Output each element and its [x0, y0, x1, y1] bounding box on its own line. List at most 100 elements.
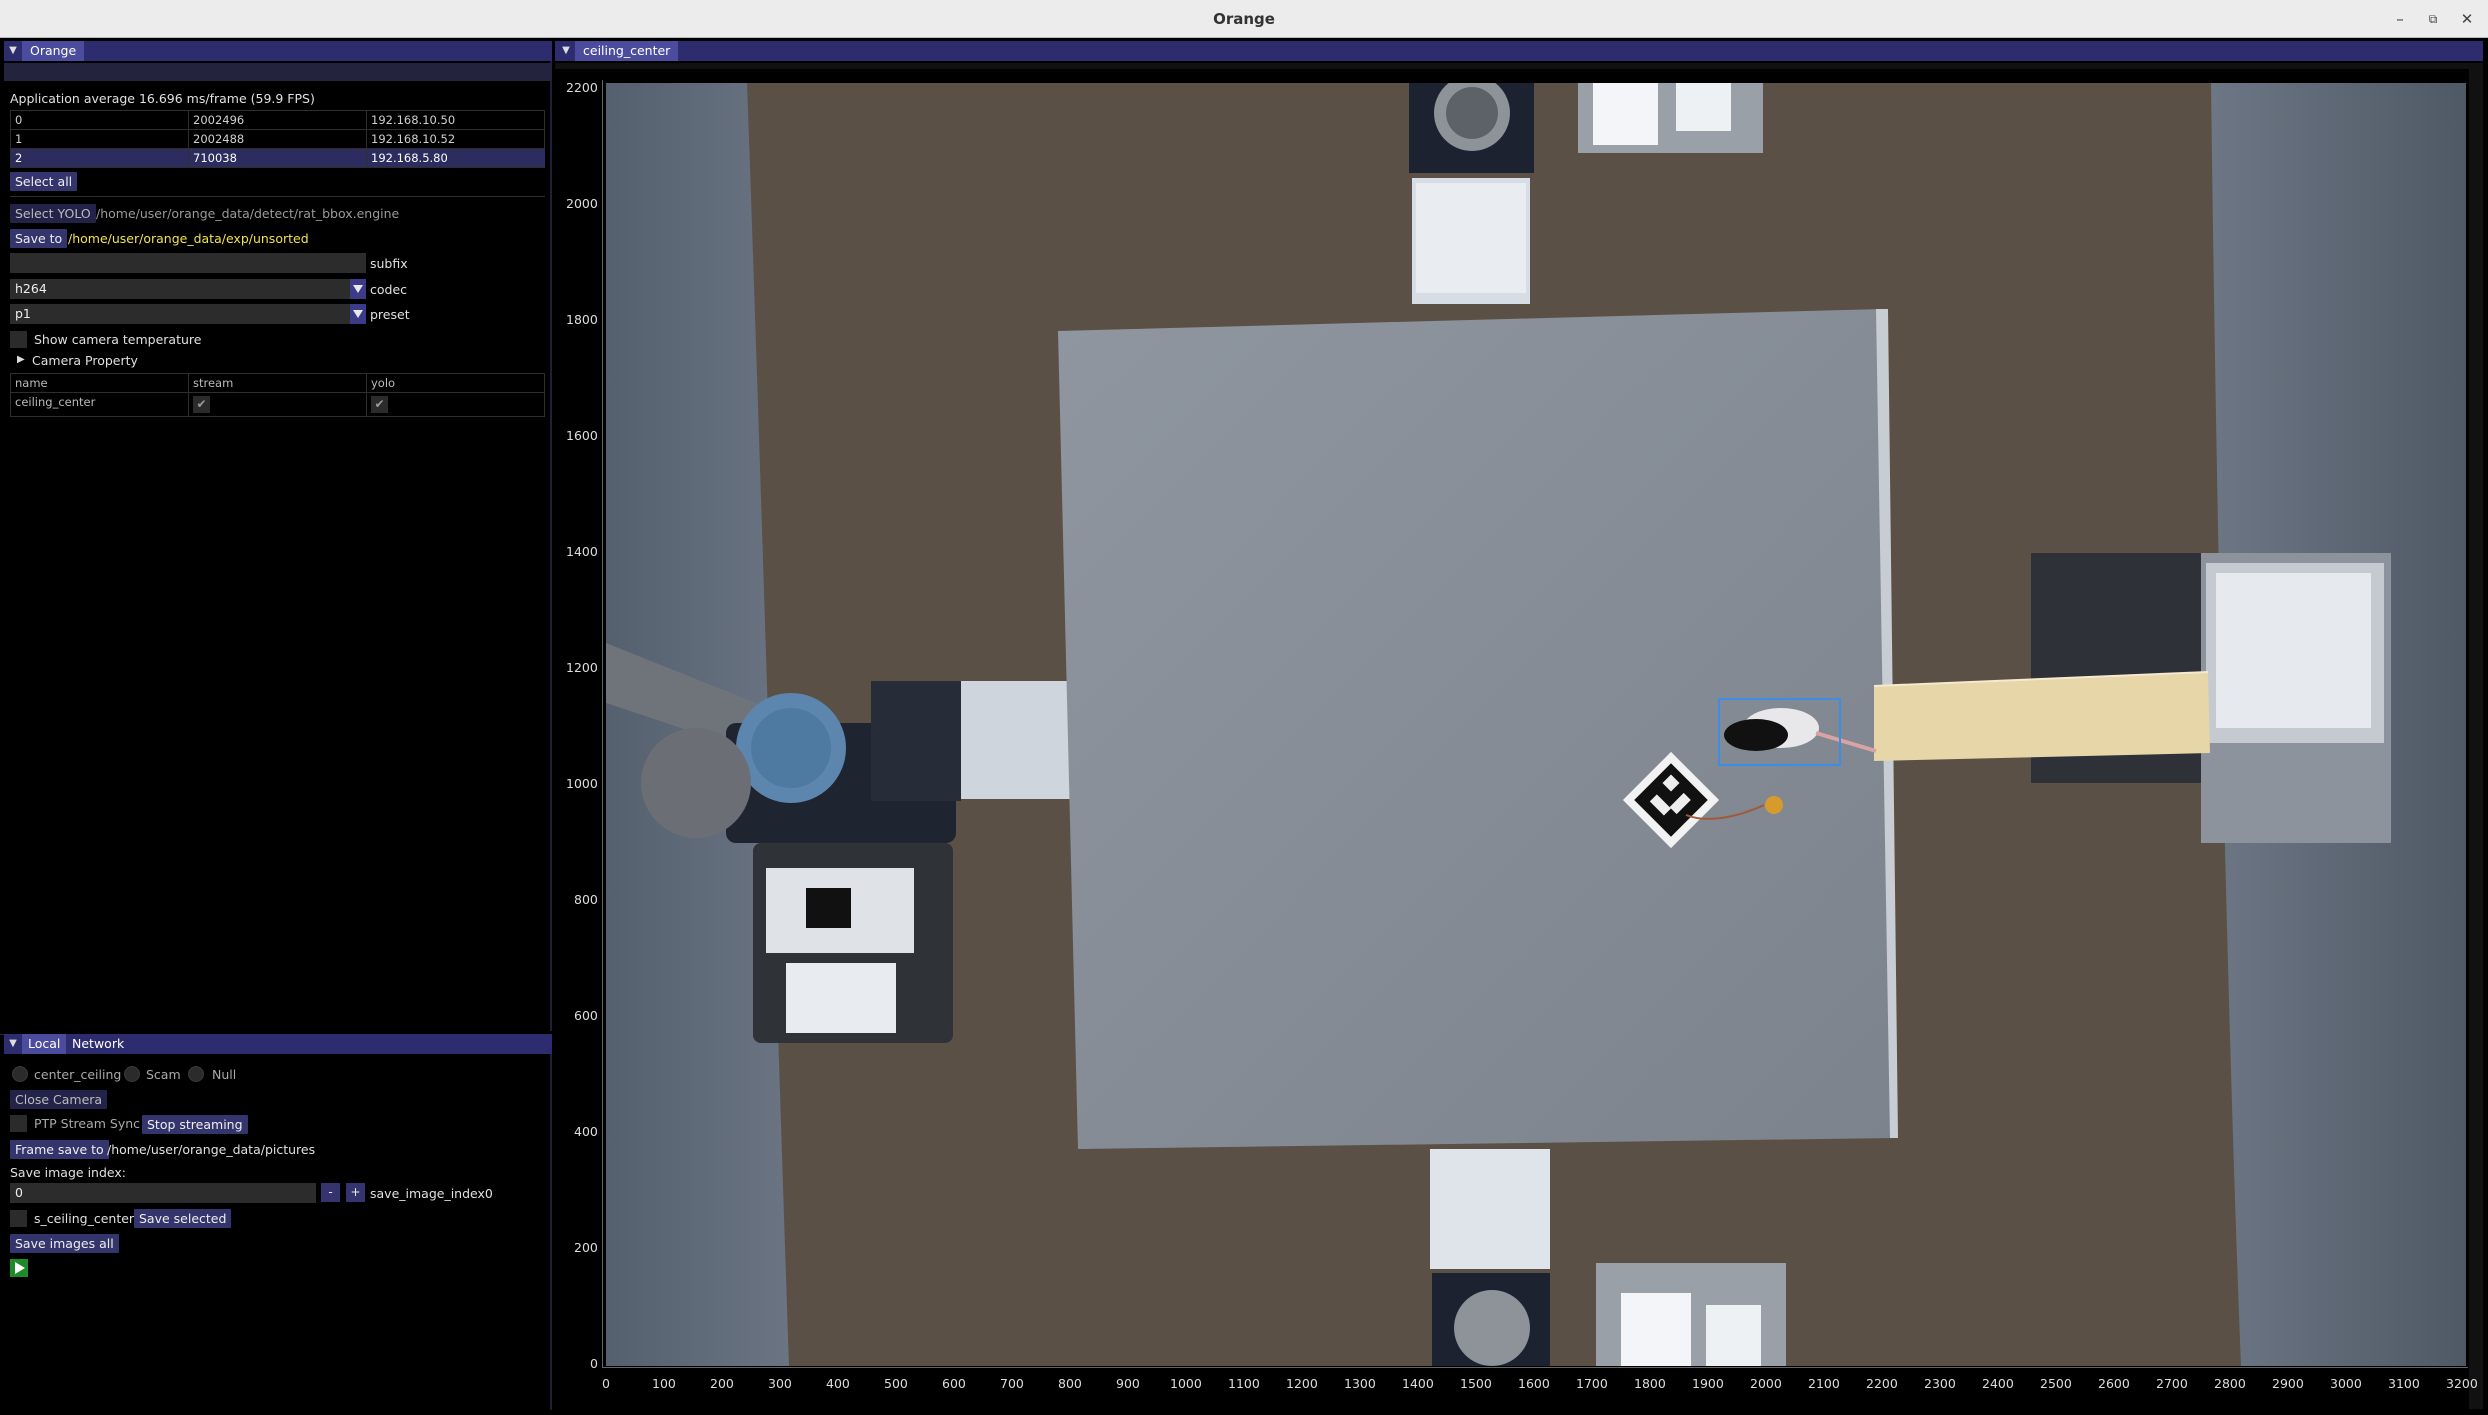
- window-title: Orange: [1213, 10, 1275, 28]
- detection-bbox: [1718, 698, 1841, 766]
- subfix-label: subfix: [370, 256, 408, 271]
- frame-save-button[interactable]: Frame save to: [10, 1140, 109, 1159]
- ptp-sync-label: PTP Stream Sync: [34, 1116, 141, 1131]
- x-tick-label: 1700: [1576, 1376, 1608, 1391]
- x-tick-label: 1300: [1344, 1376, 1376, 1391]
- radio-center-ceiling[interactable]: [12, 1066, 28, 1082]
- y-tick-label: 0: [590, 1356, 598, 1371]
- y-tick-label: 1000: [566, 776, 598, 791]
- select-yolo-button[interactable]: Select YOLO: [10, 204, 96, 223]
- device-serial[interactable]: 2002496: [189, 111, 367, 130]
- table-cell: [367, 393, 545, 417]
- codec-select[interactable]: h264: [10, 279, 350, 299]
- minimize-icon[interactable]: –: [2389, 8, 2411, 30]
- radio-label: Scam: [146, 1067, 181, 1082]
- subfix-input[interactable]: [10, 253, 366, 273]
- chevron-down-icon[interactable]: [350, 304, 366, 324]
- device-serial[interactable]: 710038: [189, 149, 367, 168]
- x-tick-label: 3200: [2446, 1376, 2478, 1391]
- save-to-button[interactable]: Save to: [10, 229, 68, 248]
- y-tick-label: 2000: [566, 196, 598, 211]
- x-tick-label: 2600: [2098, 1376, 2130, 1391]
- device-ip[interactable]: 192.168.10.50: [367, 111, 545, 130]
- x-tick-label: 2700: [2156, 1376, 2188, 1391]
- left-panel: [0, 41, 552, 1031]
- device-serial[interactable]: 2002488: [189, 130, 367, 149]
- x-tick-label: 700: [1000, 1376, 1024, 1391]
- x-tick-label: 2900: [2272, 1376, 2304, 1391]
- camera-property-label[interactable]: Camera Property: [32, 353, 138, 368]
- device-ip[interactable]: 192.168.5.80: [367, 149, 545, 168]
- save-images-all-button[interactable]: Save images all: [10, 1234, 119, 1253]
- collapse-arrow-icon[interactable]: ▼: [559, 41, 573, 61]
- camera-name-cell: ceiling_center: [11, 393, 189, 417]
- x-tick-label: 1200: [1286, 1376, 1318, 1391]
- x-tick-label: 1500: [1460, 1376, 1492, 1391]
- column-header-name: name: [11, 374, 189, 393]
- preset-select[interactable]: p1: [10, 304, 350, 324]
- x-tick-label: 600: [942, 1376, 966, 1391]
- codec-label: codec: [370, 282, 408, 297]
- x-tick-label: 900: [1116, 1376, 1140, 1391]
- decrement-button[interactable]: -: [321, 1183, 340, 1202]
- tab-orange[interactable]: Orange: [22, 41, 85, 61]
- save-index-name: save_image_index0: [370, 1186, 493, 1201]
- check-icon: ✔: [374, 397, 385, 411]
- tree-arrow-icon[interactable]: ▶: [17, 354, 25, 365]
- x-tick-label: 200: [710, 1376, 734, 1391]
- save-path: /home/user/orange_data/exp/unsorted: [68, 231, 309, 246]
- radio-scam[interactable]: [124, 1066, 140, 1082]
- camera-scene: [606, 83, 2466, 1366]
- column-header-yolo: yolo: [367, 374, 545, 393]
- x-tick-label: 500: [884, 1376, 908, 1391]
- play-button[interactable]: [10, 1259, 28, 1277]
- table-cell: [189, 393, 367, 417]
- tab-local[interactable]: Local: [22, 1034, 67, 1054]
- play-icon: [15, 1262, 25, 1274]
- check-icon: ✔: [196, 397, 207, 411]
- ptp-sync-checkbox[interactable]: [10, 1115, 27, 1132]
- frame-save-path: /home/user/orange_data/pictures: [107, 1142, 316, 1157]
- device-ip[interactable]: 192.168.10.52: [367, 130, 545, 149]
- chevron-down-icon[interactable]: [350, 279, 366, 299]
- device-index[interactable]: 1: [11, 130, 189, 149]
- close-icon[interactable]: ✕: [2456, 8, 2478, 30]
- show-temperature-checkbox[interactable]: [10, 331, 27, 348]
- tab-ceiling-center[interactable]: ceiling_center: [575, 41, 679, 61]
- x-tick-label: 2100: [1808, 1376, 1840, 1391]
- save-selected-button[interactable]: Save selected: [134, 1209, 232, 1228]
- x-tick-label: 2400: [1982, 1376, 2014, 1391]
- x-tick-label: 2300: [1924, 1376, 1956, 1391]
- select-all-button[interactable]: Select all: [10, 172, 78, 191]
- y-tick-label: 1400: [566, 544, 598, 559]
- x-tick-label: 2800: [2214, 1376, 2246, 1391]
- camera-image[interactable]: [606, 83, 2466, 1366]
- radio-null[interactable]: [188, 1066, 204, 1082]
- tab-network[interactable]: Network: [66, 1034, 130, 1054]
- camera-table: name stream yolo ceiling_center ✔ ✔: [10, 373, 545, 417]
- device-index[interactable]: 2: [11, 149, 189, 168]
- close-camera-button[interactable]: Close Camera: [10, 1090, 108, 1109]
- x-tick-label: 0: [602, 1376, 610, 1391]
- y-tick-label: 200: [574, 1240, 598, 1255]
- radio-label: center_ceiling: [34, 1067, 122, 1082]
- collapse-arrow-icon[interactable]: ▼: [6, 1034, 20, 1054]
- increment-button[interactable]: +: [346, 1183, 365, 1202]
- divider: [10, 196, 545, 197]
- column-header-stream: stream: [189, 374, 367, 393]
- collapse-arrow-icon[interactable]: ▼: [6, 41, 20, 61]
- restore-icon[interactable]: ⧉: [2422, 8, 2444, 30]
- x-tick-label: 1600: [1518, 1376, 1550, 1391]
- plot-frame-top: [555, 63, 2483, 69]
- x-tick-label: 3000: [2330, 1376, 2362, 1391]
- y-tick-label: 800: [574, 892, 598, 907]
- device-index[interactable]: 0: [11, 111, 189, 130]
- stop-streaming-button[interactable]: Stop streaming: [142, 1115, 248, 1134]
- x-tick-label: 2500: [2040, 1376, 2072, 1391]
- save-index-label: Save image index:: [10, 1165, 126, 1180]
- s-ceiling-checkbox[interactable]: [10, 1210, 27, 1227]
- y-tick-label: 1600: [566, 428, 598, 443]
- x-tick-label: 3100: [2388, 1376, 2420, 1391]
- y-axis-line: [602, 80, 603, 1368]
- save-index-input[interactable]: 0: [10, 1183, 316, 1203]
